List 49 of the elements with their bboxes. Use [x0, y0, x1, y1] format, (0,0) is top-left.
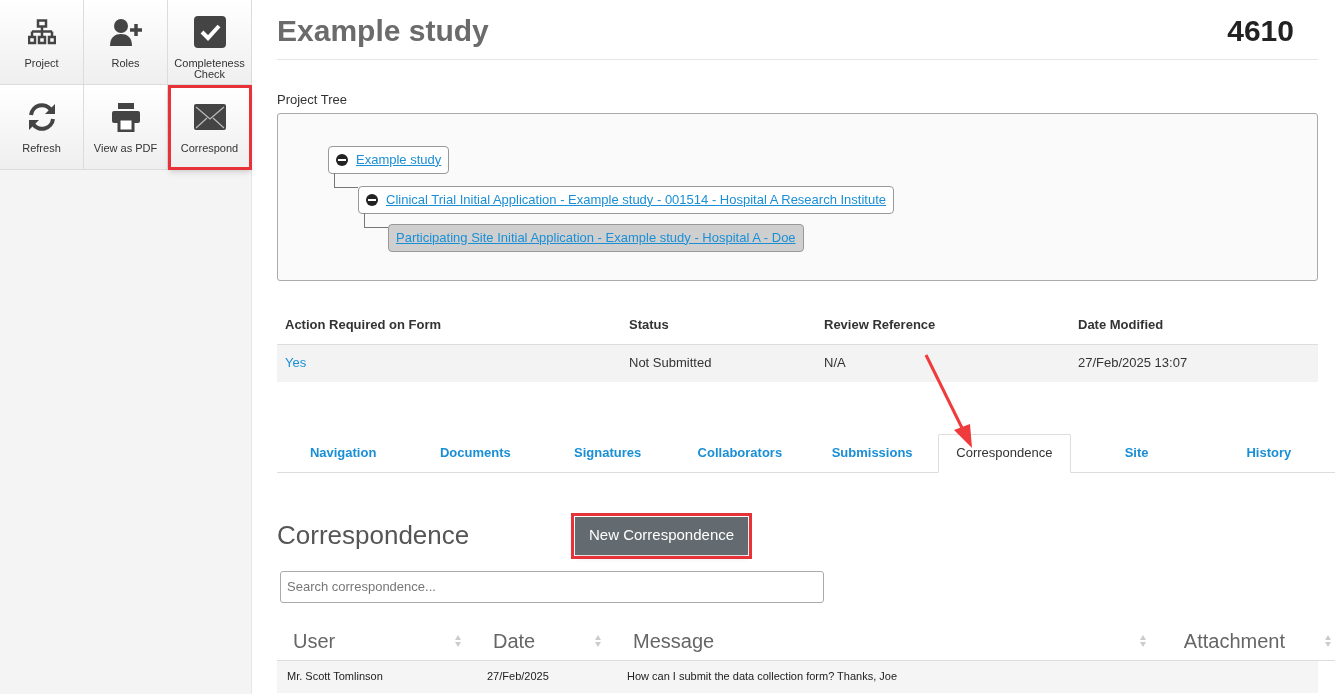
tab[interactable]: Collaborators	[673, 433, 806, 473]
table-cell-text: 27/Feb/2025 13:07	[1078, 354, 1189, 373]
collapse-icon[interactable]	[336, 153, 348, 166]
column-header[interactable]: Date	[477, 626, 536, 656]
tab[interactable]: Correspondence	[938, 433, 1071, 473]
table-cell-text: N/A	[824, 354, 847, 373]
page-title: Example study	[277, 13, 489, 49]
sort-icon[interactable]	[595, 635, 601, 647]
sort-icon[interactable]	[1140, 635, 1146, 647]
tab[interactable]: Signatures	[541, 433, 674, 473]
table-link[interactable]: Yes	[285, 353, 629, 373]
table-cell-text: How can I submit the data collection form? Thanks, Joe	[626, 669, 899, 685]
tree-node-link[interactable]: Clinical Trial Initial Application - Example study - 001514 - Hospital A Research Institute	[386, 189, 887, 210]
toolbar-button[interactable]: Refresh	[0, 85, 84, 170]
section-heading: Correspondence	[277, 519, 471, 552]
hierarchy-icon	[27, 19, 56, 45]
toolbar-button[interactable]: Correspond	[168, 85, 252, 170]
search-field[interactable]: Search correspondence...	[280, 570, 824, 603]
column-header: Status	[629, 316, 670, 335]
toolbar-button[interactable]: View as PDF	[84, 85, 168, 170]
column-header: Date Modified	[1078, 316, 1165, 335]
table-cell-text: 27/Feb/2025	[486, 669, 550, 685]
tab[interactable]: Site	[1070, 433, 1203, 473]
tab[interactable]: Documents	[409, 433, 542, 473]
tab[interactable]: Submissions	[806, 433, 939, 473]
add-user-icon	[109, 18, 142, 46]
envelope-icon	[193, 104, 226, 130]
printer-icon	[110, 102, 141, 132]
toolbar-button[interactable]: Project	[0, 0, 84, 85]
table-cell-text: Not Submitted	[629, 354, 713, 373]
tree-node-link[interactable]: Example study	[356, 149, 442, 170]
column-header: Action Required on Form	[285, 316, 442, 335]
tab[interactable]: History	[1202, 433, 1335, 473]
sort-icon[interactable]	[1325, 635, 1331, 647]
table-cell-text: Mr. Scott Tomlinson	[286, 669, 384, 685]
column-header[interactable]: Message	[617, 626, 715, 656]
column-header[interactable]: Attachment	[1183, 626, 1285, 656]
checkbox-icon	[193, 16, 226, 48]
tab[interactable]: Navigation	[277, 433, 410, 473]
sort-icon[interactable]	[455, 635, 461, 647]
column-header: Review Reference	[824, 316, 937, 335]
toolbar-button[interactable]: Roles	[84, 0, 168, 85]
section-label: Project Tree	[277, 91, 349, 109]
tree-connector	[334, 172, 358, 188]
column-header[interactable]: User	[277, 626, 336, 656]
toolbar-button[interactable]: Completeness Check	[168, 0, 252, 85]
collapse-icon[interactable]	[366, 193, 378, 206]
project-number: 4610	[1227, 13, 1294, 49]
tree-connector	[364, 212, 388, 228]
